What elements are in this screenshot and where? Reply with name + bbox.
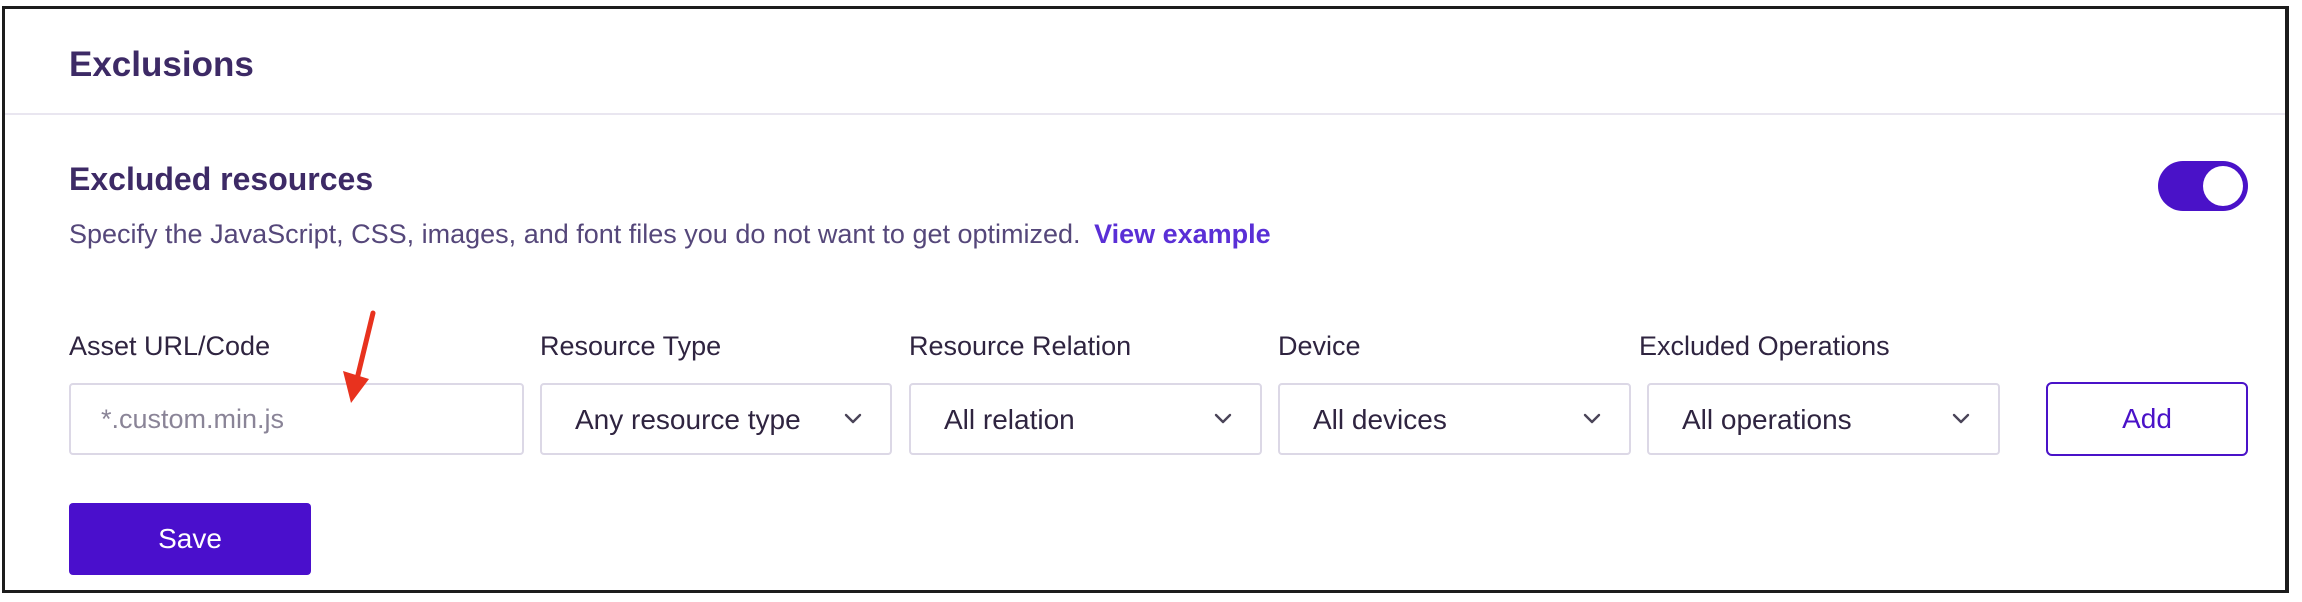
toggle-knob xyxy=(2203,166,2243,206)
asset-url-label: Asset URL/Code xyxy=(69,331,271,361)
card-title: Exclusions xyxy=(69,45,254,84)
device-select[interactable]: All devices xyxy=(1278,383,1631,455)
excluded-operations-select[interactable]: All operations xyxy=(1647,383,2000,455)
resource-type-label: Resource Type xyxy=(540,331,722,361)
resource-relation-label: Resource Relation xyxy=(909,331,1132,361)
resource-relation-value: All relation xyxy=(944,404,1075,435)
card-header: Exclusions xyxy=(5,9,2285,115)
asset-url-input[interactable] xyxy=(71,385,522,453)
resource-type-select[interactable]: Any resource type xyxy=(540,383,892,455)
section-description-text: Specify the JavaScript, CSS, images, and… xyxy=(69,219,1081,249)
resource-type-value: Any resource type xyxy=(575,404,801,435)
chevron-down-icon xyxy=(844,413,862,424)
excluded-resources-toggle[interactable] xyxy=(2158,161,2248,211)
asset-url-field xyxy=(69,383,524,455)
view-example-link[interactable]: View example xyxy=(1094,219,1271,249)
section-title: Excluded resources xyxy=(69,161,374,197)
add-button[interactable]: Add xyxy=(2046,382,2248,456)
excluded-operations-value: All operations xyxy=(1682,404,1852,435)
chevron-down-icon xyxy=(1214,413,1232,424)
excluded-operations-label: Excluded Operations xyxy=(1639,331,1890,361)
chevron-down-icon xyxy=(1583,413,1601,424)
device-label: Device xyxy=(1278,331,1361,361)
resource-relation-select[interactable]: All relation xyxy=(909,383,1262,455)
device-value: All devices xyxy=(1313,404,1447,435)
section-description: Specify the JavaScript, CSS, images, and… xyxy=(69,219,1271,250)
save-button[interactable]: Save xyxy=(69,503,311,575)
exclusions-card: Exclusions Excluded resources Specify th… xyxy=(2,6,2289,593)
chevron-down-icon xyxy=(1952,413,1970,424)
